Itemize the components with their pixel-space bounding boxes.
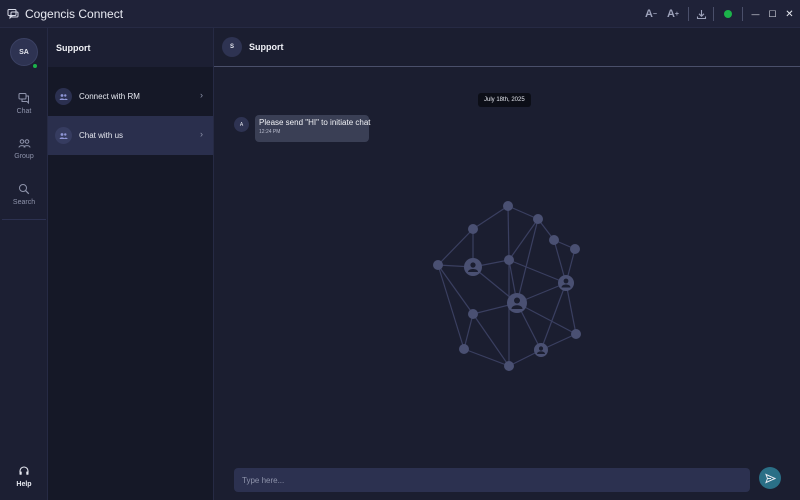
help-label: Help	[16, 481, 32, 488]
font-increase-label: A	[666, 8, 675, 20]
font-decrease-button[interactable]: A −	[640, 0, 662, 28]
network-illustration	[433, 201, 581, 371]
chat-area: S Support July 18th, 2025 A Please send …	[214, 28, 800, 500]
toolbar-divider	[742, 7, 743, 21]
font-decrease-mark: −	[652, 10, 658, 18]
users-icon	[55, 88, 72, 105]
chat-icon	[18, 93, 29, 104]
message-time: 12:24 PM	[259, 129, 281, 135]
nav-rail: SA Chat Group Search Help	[0, 28, 48, 500]
chat-header: S Support	[214, 28, 800, 67]
support-option-chat-with-us[interactable]: Chat with us ›	[48, 116, 213, 155]
toolbar-divider	[713, 7, 714, 21]
rail-item-label: Search	[12, 199, 36, 206]
font-decrease-label: A	[644, 8, 653, 20]
chevron-right-icon: ›	[200, 129, 203, 139]
chat-title: Support	[249, 42, 284, 52]
chevron-right-icon: ›	[200, 90, 203, 100]
close-button[interactable]: ✕	[781, 0, 798, 28]
app-window: Cogencis Connect A − A + — ☐ ✕ SA Chat Gro…	[0, 0, 800, 500]
online-status-icon	[32, 63, 38, 69]
connection-status-icon	[724, 10, 732, 18]
message-text: Please send "HI" to initiate chat	[259, 118, 371, 127]
rail-item-label: Group	[14, 153, 34, 160]
rail-divider	[2, 219, 46, 220]
group-icon	[18, 139, 30, 148]
panel-title: Support	[48, 28, 213, 67]
date-separator: July 18th, 2025	[478, 93, 531, 107]
search-icon	[19, 184, 30, 195]
app-title: Cogencis Connect	[25, 6, 124, 21]
users-icon	[55, 127, 72, 144]
send-icon	[764, 473, 776, 483]
message-avatar: A	[234, 117, 249, 132]
rail-item-search[interactable]: Search	[0, 183, 48, 206]
chat-avatar: S	[222, 37, 242, 57]
rail-item-group[interactable]: Group	[0, 138, 48, 160]
support-option-connect-rm[interactable]: Connect with RM ›	[48, 77, 213, 116]
minimize-button[interactable]: —	[747, 0, 764, 28]
rail-item-label: Chat	[16, 108, 32, 115]
font-increase-mark: +	[674, 10, 680, 18]
rail-item-chat[interactable]: Chat	[0, 92, 48, 115]
support-panel: Support Connect with RM › Chat with us ›	[48, 28, 214, 500]
user-avatar[interactable]: SA	[10, 38, 38, 66]
download-button[interactable]	[693, 0, 709, 28]
toolbar-divider	[688, 7, 689, 21]
support-option-label: Connect with RM	[79, 92, 140, 101]
headset-icon	[19, 466, 29, 475]
send-button[interactable]	[759, 467, 781, 489]
font-increase-button[interactable]: A +	[662, 0, 684, 28]
message-bubble: Please send "HI" to initiate chat 12:24 …	[255, 115, 371, 142]
message-input[interactable]	[234, 468, 750, 492]
support-options-list: Connect with RM › Chat with us ›	[48, 67, 213, 155]
help-button[interactable]: Help	[0, 465, 48, 488]
window-controls: A − A + — ☐ ✕	[640, 0, 800, 28]
maximize-button[interactable]: ☐	[764, 0, 781, 28]
title-bar: Cogencis Connect A − A + — ☐ ✕	[0, 0, 800, 28]
support-option-label: Chat with us	[79, 131, 124, 140]
app-logo-icon	[6, 7, 20, 21]
download-icon	[696, 9, 706, 19]
